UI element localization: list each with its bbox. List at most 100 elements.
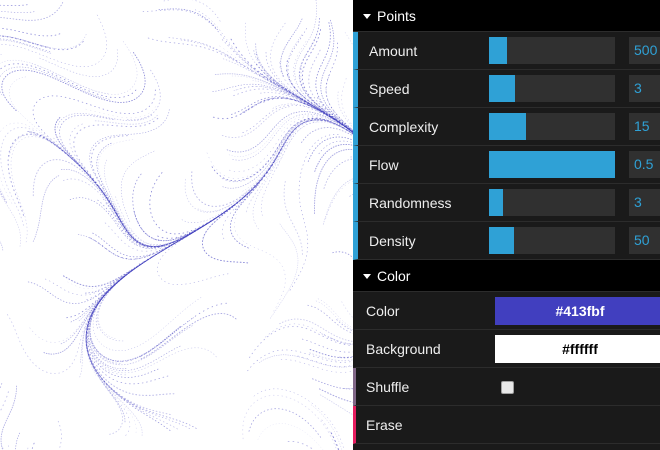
complexity-input[interactable]: 15 (629, 113, 660, 140)
flow-trail (322, 178, 353, 225)
flow-trail (85, 319, 131, 436)
points-folder-title[interactable]: Points (353, 0, 660, 32)
color-folder-label: Color (377, 268, 411, 284)
amount-slider[interactable] (489, 37, 615, 64)
flow-trail (240, 119, 353, 196)
flow-trail (229, 116, 353, 172)
flow-trail (321, 333, 353, 345)
flow-trail (257, 423, 324, 450)
flow-trail (69, 197, 228, 249)
color-swatch[interactable]: #413fbf (495, 297, 660, 325)
flow-trail (222, 118, 353, 189)
shuffle-label: Shuffle (366, 379, 410, 395)
flow-trail (221, 106, 291, 138)
flow-trail (0, 127, 36, 226)
flow-control: Flow 0.5 (353, 146, 660, 184)
amount-input[interactable]: 500 (629, 37, 660, 64)
amount-slider-fill (489, 37, 507, 64)
flow-trail (319, 394, 353, 416)
flow-label: Flow (369, 157, 399, 173)
speed-input[interactable]: 3 (629, 75, 660, 102)
flow-trail (319, 388, 353, 403)
flow-trail (0, 11, 35, 14)
complexity-slider[interactable] (489, 113, 615, 140)
flow-trail (32, 89, 156, 155)
flow-trail (341, 301, 353, 319)
color-control: Color #413fbf (353, 292, 660, 330)
flow-trail (85, 287, 197, 429)
flow-trail (0, 66, 110, 100)
flow-trail (332, 251, 353, 259)
flow-slider[interactable] (489, 151, 615, 178)
flow-trail (309, 352, 353, 362)
speed-slider-fill (489, 75, 516, 102)
flow-trail (317, 298, 353, 329)
color-folder-title[interactable]: Color (353, 260, 660, 292)
flow-trail (8, 76, 116, 213)
flow-trail (239, 119, 353, 201)
flow-trail (120, 150, 155, 223)
flow-trail (8, 445, 10, 450)
flow-trail (323, 158, 353, 189)
flow-trail (287, 440, 315, 450)
flow-trail (194, 9, 353, 133)
flow-trail (330, 337, 353, 345)
flow-trail (315, 300, 353, 330)
erase-label: Erase (366, 417, 403, 433)
flow-trail (53, 137, 204, 248)
flow-trail (270, 223, 299, 319)
complexity-control: Complexity 15 (353, 108, 660, 146)
flow-trail (78, 161, 162, 247)
flow-trail (0, 34, 87, 50)
flow-trail (197, 119, 353, 212)
flow-trail (0, 385, 18, 450)
flow-trail (184, 178, 234, 213)
flow-trail (90, 210, 227, 260)
shuffle-checkbox[interactable] (501, 381, 514, 394)
flow-trail (301, 338, 353, 353)
flow-trail (206, 152, 268, 179)
flow-trail (70, 243, 175, 323)
density-input[interactable]: 50 (629, 227, 660, 254)
flow-trail (211, 117, 331, 182)
flow-trail (249, 326, 353, 358)
speed-control: Speed 3 (353, 70, 660, 108)
flow-trail (41, 134, 201, 248)
flow-trail (265, 323, 353, 345)
flow-trail (80, 234, 189, 363)
background-label: Background (366, 341, 441, 357)
flow-trail (341, 78, 353, 127)
flow-trail (0, 192, 21, 247)
flow-trail (325, 180, 353, 219)
flow-trail (78, 189, 253, 322)
background-swatch[interactable]: #ffffff (495, 335, 660, 363)
flow-trail (60, 168, 177, 248)
speed-slider[interactable] (489, 75, 615, 102)
randomness-slider[interactable] (489, 189, 615, 216)
flow-trail (0, 59, 109, 94)
flow-input[interactable]: 0.5 (629, 151, 660, 178)
flow-trail (54, 117, 165, 248)
flow-trail (138, 119, 323, 265)
drawing-canvas[interactable] (0, 0, 353, 450)
density-slider[interactable] (489, 227, 615, 254)
flow-trail (77, 161, 275, 260)
flow-trail (289, 134, 342, 291)
shuffle-control[interactable]: Shuffle (353, 368, 660, 406)
flow-trail (92, 297, 202, 352)
collapse-triangle-icon (363, 273, 371, 279)
flow-trail (0, 27, 61, 37)
flow-trail (280, 18, 303, 79)
flow-trail (253, 388, 345, 450)
flow-trail (31, 442, 35, 450)
flow-trail (276, 121, 353, 169)
flow-trail (301, 127, 353, 143)
flow-trail (242, 394, 338, 450)
flow-trail (233, 86, 338, 122)
erase-button[interactable]: Erase (353, 406, 660, 444)
flow-trail (314, 143, 353, 172)
flow-field-art (0, 0, 353, 450)
flow-trail (15, 432, 20, 450)
randomness-input[interactable]: 3 (629, 189, 660, 216)
flow-trail (336, 319, 353, 332)
